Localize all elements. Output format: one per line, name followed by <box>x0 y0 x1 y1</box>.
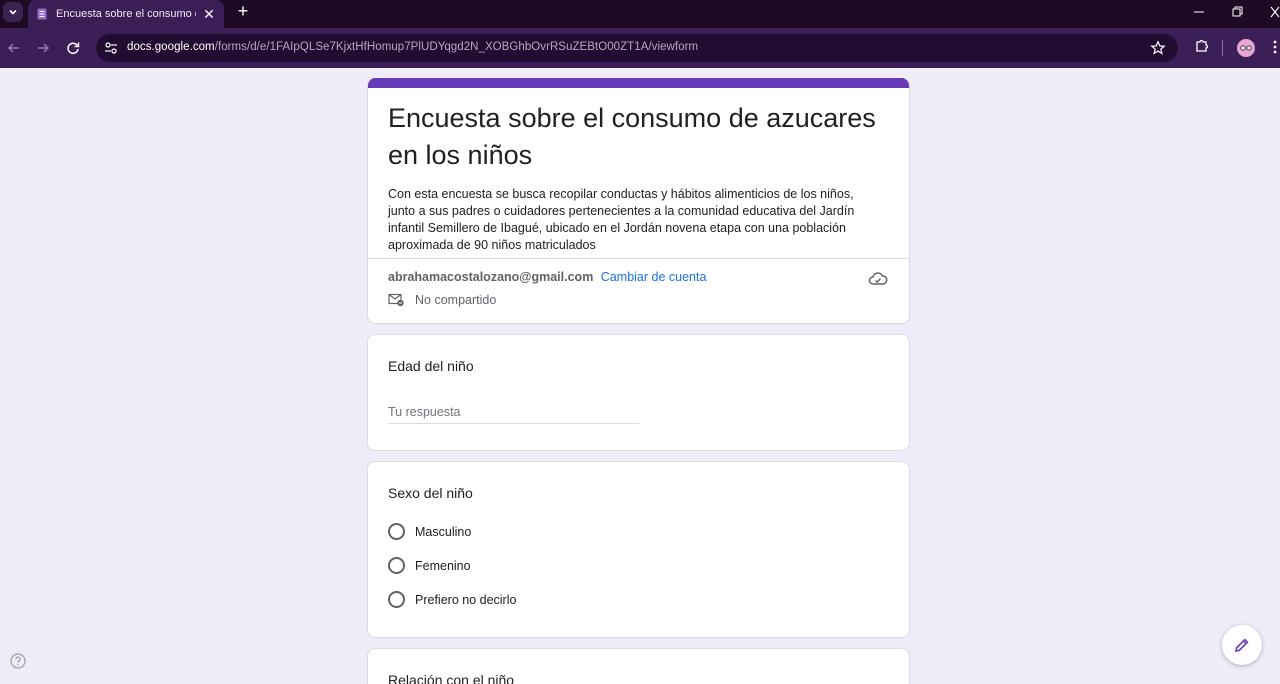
extensions-icon[interactable] <box>1194 38 1210 54</box>
shared-status-text: No compartido <box>415 293 497 307</box>
question-title: Edad del niño <box>388 358 474 374</box>
mail-shared-icon <box>388 293 404 307</box>
more-menu-icon[interactable] <box>1270 38 1280 56</box>
account-row: abrahamacostalozano@gmail.com Cambiar de… <box>388 270 706 284</box>
url-path: /forms/d/e/1FAIpQLSe7KjxtHfHomup7PlUDYqg… <box>214 41 699 53</box>
site-settings-icon[interactable] <box>104 41 118 55</box>
help-circle-icon[interactable] <box>10 653 26 669</box>
avatar-icon <box>1240 45 1252 51</box>
question-title: Relación con el niño <box>388 672 515 684</box>
arrow-left-icon <box>7 43 19 53</box>
radio-option[interactable]: Femenino <box>388 557 471 574</box>
account-email: abrahamacostalozano@gmail.com <box>388 270 594 284</box>
pencil-icon <box>1234 638 1249 653</box>
reload-button[interactable] <box>63 38 83 58</box>
edit-button[interactable] <box>1222 625 1262 665</box>
new-tab-button[interactable]: + <box>233 2 253 22</box>
browser-toolbar: docs.google.com/forms/d/e/1FAIpQLSe7Kjxt… <box>0 28 1280 68</box>
minimize-icon[interactable] <box>1189 4 1209 20</box>
radio-button[interactable] <box>388 523 405 540</box>
tab-title: Encuesta sobre el consumo de azucares en… <box>56 8 196 20</box>
option-label: Prefiero no decirlo <box>415 592 517 607</box>
tab-search-button[interactable] <box>3 2 23 22</box>
option-label: Femenino <box>415 558 471 573</box>
profile-avatar[interactable] <box>1237 39 1255 57</box>
form-header-card: Encuesta sobre el consumo de azucares en… <box>367 78 910 324</box>
chevron-down-icon <box>9 9 17 15</box>
reload-icon <box>67 42 80 55</box>
option-label: Masculino <box>415 524 472 539</box>
question-title: Sexo del niño <box>388 485 473 501</box>
question-card: Sexo del niño Masculino Femenino Prefier… <box>367 461 910 638</box>
back-button[interactable] <box>4 38 24 58</box>
radio-option[interactable]: Prefiero no decirlo <box>388 591 516 608</box>
browser-tab[interactable]: Encuesta sobre el consumo de azucares en… <box>28 0 224 28</box>
accent-bar <box>368 78 909 88</box>
tab-strip: Encuesta sobre el consumo de azucares en… <box>0 0 1280 28</box>
cloud-check-icon <box>868 272 888 285</box>
restore-icon[interactable] <box>1227 4 1247 20</box>
short-answer-input[interactable]: Tu respuesta <box>388 404 639 424</box>
forward-button[interactable] <box>33 38 53 58</box>
radio-button[interactable] <box>388 557 405 574</box>
toolbar-separator <box>1222 40 1223 56</box>
switch-account-link[interactable]: Cambiar de cuenta <box>601 270 707 284</box>
question-card: Edad del niño Tu respuesta <box>367 334 910 451</box>
url-text: docs.google.com/forms/d/e/1FAIpQLSe7Kjxt… <box>127 41 698 53</box>
address-bar[interactable]: docs.google.com/forms/d/e/1FAIpQLSe7Kjxt… <box>96 34 1178 62</box>
arrow-right-icon <box>38 43 50 53</box>
form-title: Encuesta sobre el consumo de azucares en… <box>388 103 876 170</box>
tab-close-icon[interactable]: ✕ <box>202 6 216 23</box>
bookmark-star-icon[interactable] <box>1150 40 1166 56</box>
radio-button[interactable] <box>388 591 405 608</box>
divider <box>368 258 909 259</box>
forms-favicon-icon <box>37 8 47 20</box>
close-window-icon[interactable] <box>1265 4 1280 20</box>
url-host: docs.google.com <box>127 41 215 53</box>
form-description: Con esta encuesta se busca recopilar con… <box>388 187 855 252</box>
radio-option[interactable]: Masculino <box>388 523 471 540</box>
question-card: Relación con el niño <box>367 648 910 684</box>
shared-status-row: No compartido <box>388 293 496 307</box>
